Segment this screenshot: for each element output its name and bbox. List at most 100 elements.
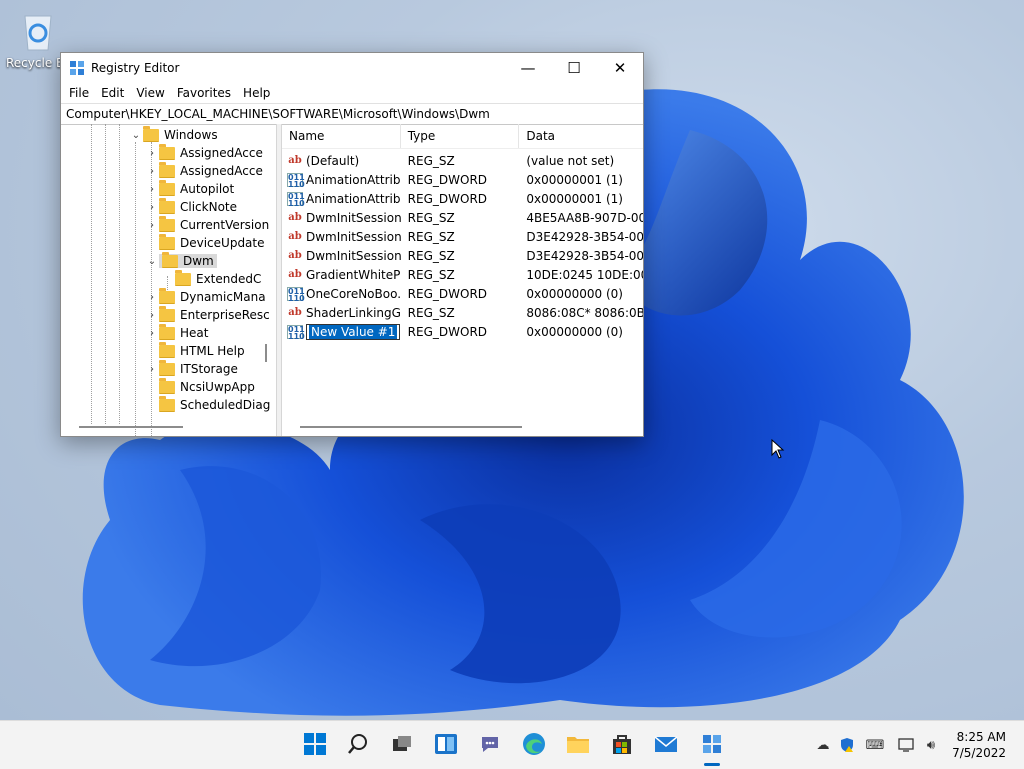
close-button[interactable]: ✕ [597,53,643,83]
value-data: 10DE:0245 10DE:009d [526,267,643,282]
value-data: 0x00000001 (1) [526,191,623,206]
start-button[interactable] [302,731,328,757]
value-row[interactable]: 011 110AnimationAttrib... REG_DWORD 0x0000… [282,189,643,208]
keyboard-icon[interactable]: ⌨ [866,736,885,754]
file-explorer-button[interactable] [565,731,591,757]
tree-item[interactable]: › CurrentVersion [145,215,269,234]
chat-button[interactable] [477,731,503,757]
column-type[interactable]: Type [401,124,520,148]
window-title: Registry Editor [91,61,180,75]
tree-item[interactable]: HTML Help [145,341,245,360]
value-data: 0x00000000 (0) [526,324,623,339]
title-bar[interactable]: Registry Editor — ☐ ✕ [61,53,643,83]
network-icon[interactable] [898,736,916,754]
chevron-right-icon[interactable]: › [145,310,159,321]
folder-icon [159,215,175,232]
tree-item[interactable]: › AssignedAcce [145,161,263,180]
tree-item[interactable]: › ClickNote [145,197,237,216]
chevron-right-icon[interactable]: › [145,148,159,159]
tree-item[interactable]: ExtendedC [175,269,261,288]
tree-horizontal-scrollbar[interactable] [79,426,183,428]
value-data: 0x00000000 (0) [526,286,623,301]
onedrive-offline-icon[interactable]: ☁ [814,736,832,754]
value-type: REG_SZ [407,267,455,282]
list-horizontal-scrollbar[interactable] [300,426,522,428]
folder-icon [175,269,191,286]
minimize-button[interactable]: — [505,53,551,83]
string-value-icon: ab [288,211,302,223]
value-name: DwmInitSession... [306,229,401,244]
menu-file[interactable]: File [63,86,95,100]
tree-item[interactable]: › AssignedAcce [145,143,263,162]
value-row[interactable]: ab DwmInitSession... REG_SZ D3E42928-3B54-0… [282,246,643,265]
menu-view[interactable]: View [130,86,170,100]
chevron-down-icon[interactable]: ⌄ [129,130,143,141]
string-value-icon: ab [288,154,302,166]
folder-icon [159,233,175,250]
string-value-icon: ab [288,230,302,242]
chevron-right-icon[interactable]: › [145,202,159,213]
folder-icon [159,143,175,160]
chevron-right-icon[interactable]: › [145,220,159,231]
address-bar[interactable]: Computer\HKEY_LOCAL_MACHINE\SOFTWARE\Mic… [61,103,643,125]
value-row[interactable]: ab ShaderLinkingG... REG_SZ 8086:08C* 8086:… [282,303,643,322]
chevron-right-icon[interactable]: › [145,328,159,339]
mail-button[interactable] [653,731,679,757]
values-list-pane[interactable]: Name Type Data ab (Default) REG_SZ (value n… [282,124,643,436]
menu-help[interactable]: Help [237,86,276,100]
value-row[interactable]: 011 110 OneCoreNoBoo... REG_DWORD 0x0000000… [282,284,643,303]
volume-icon[interactable]: 🔊︎ [922,736,940,754]
string-value-icon: ab [288,306,302,318]
tree-item[interactable]: › Autopilot [145,179,234,198]
value-row[interactable]: ab DwmInitSession... REG_SZ D3E42928-3B54-0… [282,227,643,246]
folder-icon [159,359,175,376]
mail-icon [654,736,678,752]
value-name: ShaderLinkingG... [306,305,401,320]
maximize-button[interactable]: ☐ [551,53,597,83]
tree-item[interactable]: › Heat [145,323,208,342]
registry-editor-taskbar-button[interactable] [699,731,725,757]
value-row[interactable]: ab GradientWhitePi... REG_SZ 10DE:0245 10DE… [282,265,643,284]
chevron-right-icon[interactable]: › [145,166,159,177]
edge-button[interactable] [521,731,547,757]
chevron-right-icon[interactable]: › [145,364,159,375]
value-row[interactable]: ab (Default) REG_SZ (value not set) [282,151,643,170]
registry-editor-window[interactable]: Registry Editor — ☐ ✕ File Edit View Fav… [60,52,644,437]
rename-input[interactable]: New Value #1 [306,323,401,340]
chevron-down-icon[interactable]: ⌄ [145,256,159,267]
system-clock[interactable]: 8:25 AM 7/5/2022 [952,729,1006,761]
folder-icon [159,161,175,178]
active-app-indicator [704,763,720,766]
value-row[interactable]: ab DwmInitSession... REG_SZ 4BE5AA8B-907D-0… [282,208,643,227]
tree-item[interactable]: ScheduledDiag [145,395,270,414]
folder-icon [159,197,175,214]
tree-item-windows[interactable]: ⌄ Windows [129,125,218,144]
tree-item[interactable]: › DynamicMana [145,287,266,306]
menu-edit[interactable]: Edit [95,86,130,100]
tree-item[interactable]: DeviceUpdate [145,233,265,252]
tree-item[interactable]: NcsiUwpApp [145,377,255,396]
search-icon [348,734,367,754]
security-shield-icon[interactable] [838,736,856,754]
rename-selected-text: New Value #1 [309,324,398,339]
tree-item[interactable]: › ITStorage [145,359,238,378]
widgets-button[interactable] [433,731,459,757]
chevron-right-icon[interactable]: › [145,184,159,195]
search-button[interactable] [345,731,371,757]
folder-icon [159,341,175,358]
tree-item-dwm-selected[interactable]: ⌄ Dwm [145,251,217,270]
tree-vertical-scrollbar[interactable] [265,344,267,362]
column-data[interactable]: Data [519,124,643,148]
chevron-right-icon[interactable]: › [145,292,159,303]
tree-item[interactable]: › EnterpriseResc [145,305,270,324]
teams-chat-icon [482,737,498,752]
store-button[interactable] [609,731,635,757]
menu-favorites[interactable]: Favorites [171,86,237,100]
key-tree-pane[interactable]: ⌄ Windows › AssignedAcce › AssignedAcce › A… [61,124,277,436]
value-data: 4BE5AA8B-907D-0001 [526,210,643,225]
registry-editor-icon [70,61,84,75]
column-name[interactable]: Name [282,124,401,148]
value-row[interactable]: 011 110AnimationAttrib... REG_DWORD 0x0000… [282,170,643,189]
value-row-editing[interactable]: 011 110 New Value #1 REG_DWORD 0x00000000 (… [282,322,643,341]
task-view-button[interactable] [389,731,415,757]
